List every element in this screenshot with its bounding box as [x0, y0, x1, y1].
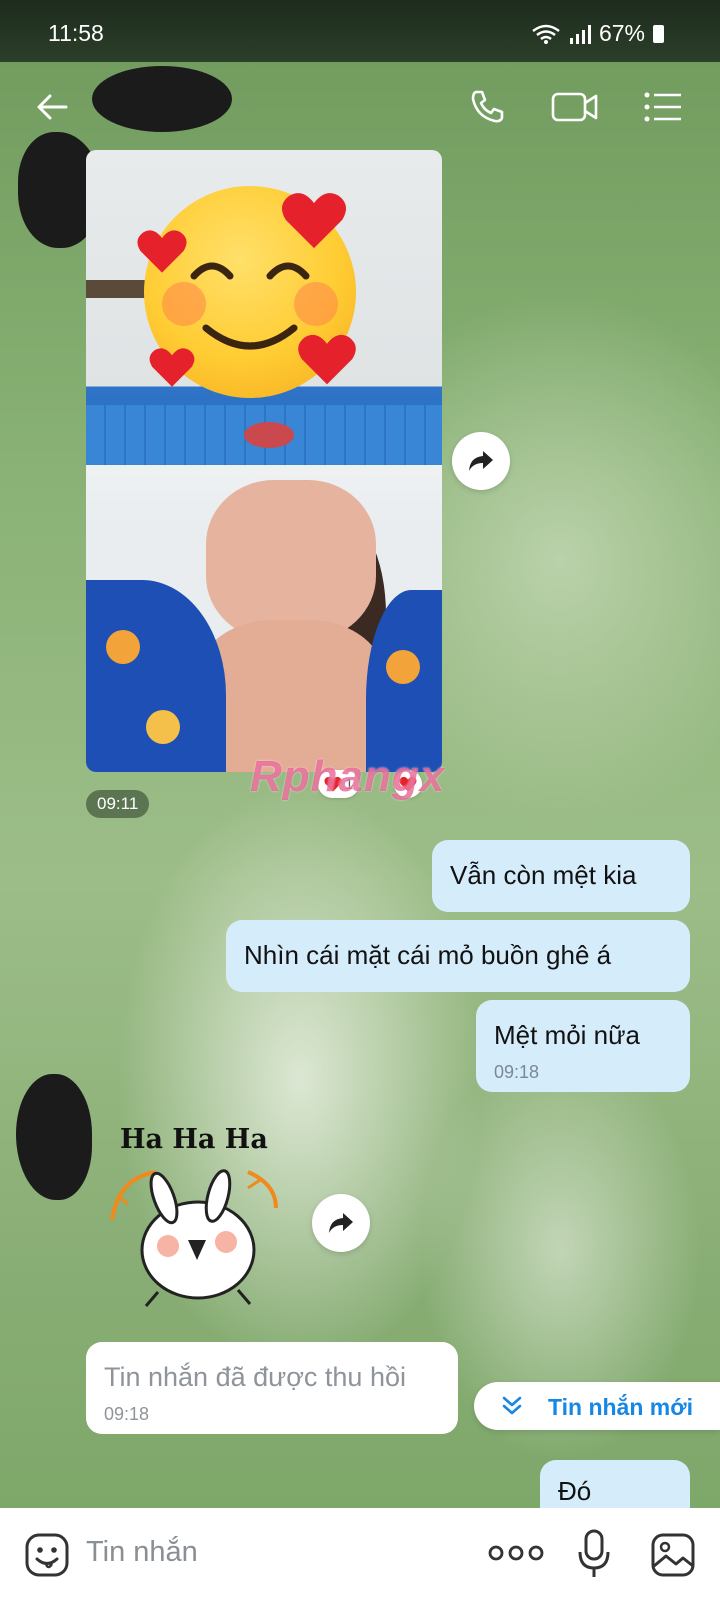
recalled-message-text: Tin nhắn đã được thu hồi	[104, 1362, 406, 1392]
outgoing-message[interactable]: Mệt mỏi nữa 09:18	[476, 1000, 690, 1092]
message-text: Mệt mỏi nữa	[494, 1020, 641, 1050]
avatar-redacted[interactable]	[16, 1074, 92, 1200]
photo-shirt-left	[86, 580, 226, 772]
photo-flower	[106, 630, 140, 664]
outgoing-message[interactable]: Vẫn còn mệt kia	[432, 840, 690, 912]
outgoing-message[interactable]: Nhìn cái mặt cái mỏ buồn ghê á	[226, 920, 690, 992]
photo-message[interactable]	[86, 150, 442, 772]
heart-icon	[149, 348, 195, 387]
photo-timestamp: 09:11	[86, 790, 150, 818]
share-arrow-icon	[329, 1213, 353, 1233]
new-message-label: Tin nhắn mới	[548, 1394, 693, 1420]
message-text: Đó	[558, 1476, 592, 1506]
status-icons: 67%	[531, 20, 664, 47]
message-composer: Tin nhắn	[0, 1508, 720, 1600]
watermark: Rphangx	[250, 752, 446, 801]
signal-icon	[569, 24, 591, 44]
sticker-message[interactable]: Ha Ha Ha	[98, 1100, 288, 1310]
sticker-text-1: Ha Ha Ha	[120, 1124, 268, 1155]
photo-lips	[244, 422, 294, 448]
image-icon[interactable]	[650, 1532, 696, 1578]
status-bar: 11:58 67%	[0, 0, 720, 62]
message-input[interactable]: Tin nhắn	[86, 1536, 198, 1569]
heart-icon	[137, 230, 187, 273]
new-message-button[interactable]: Tin nhắn mới	[474, 1382, 720, 1430]
emoji-face-icon[interactable]	[24, 1532, 70, 1578]
photo-face	[206, 480, 376, 640]
battery-icon	[653, 24, 664, 43]
recalled-message-timestamp: 09:18	[104, 1404, 150, 1424]
message-text: Nhìn cái mặt cái mỏ buồn ghê á	[244, 940, 612, 970]
microphone-icon[interactable]	[576, 1528, 612, 1580]
status-time: 11:58	[48, 20, 104, 46]
forward-button[interactable]	[312, 1194, 370, 1252]
photo-flower	[146, 710, 180, 744]
more-dots-icon[interactable]	[488, 1540, 544, 1566]
phone-icon[interactable]	[464, 84, 510, 130]
video-camera-icon[interactable]	[550, 84, 600, 130]
sticker-text: Ha Ha Ha	[120, 1124, 268, 1155]
message-text: Vẫn còn mệt kia	[450, 860, 637, 890]
message-timestamp: 09:18	[494, 1062, 540, 1082]
arrow-left-icon[interactable]	[30, 84, 76, 130]
heart-icon	[281, 193, 347, 249]
chat-header	[0, 62, 720, 152]
recalled-message[interactable]: Tin nhắn đã được thu hồi 09:18	[86, 1342, 458, 1434]
battery-percent: 67%	[598, 20, 645, 46]
photo-flower	[386, 650, 420, 684]
wifi-icon	[532, 24, 560, 44]
heart-icon	[298, 334, 356, 385]
forward-button[interactable]	[452, 432, 510, 490]
list-menu-icon[interactable]	[640, 84, 686, 130]
double-chevron-down-icon	[502, 1396, 522, 1415]
share-arrow-icon	[469, 451, 493, 471]
contact-name-redacted[interactable]	[92, 66, 232, 132]
